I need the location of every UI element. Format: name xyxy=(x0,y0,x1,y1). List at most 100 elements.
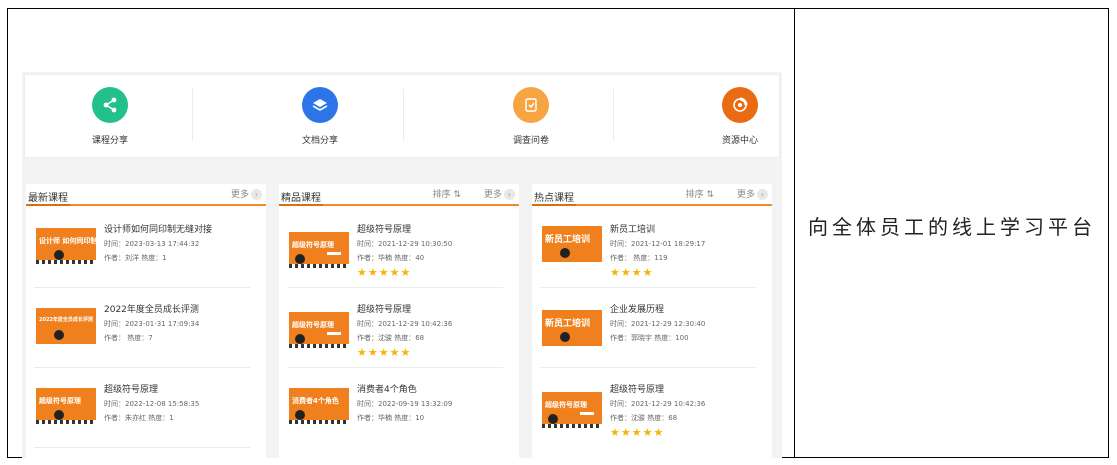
course-name: 超级符号原理 xyxy=(104,385,159,395)
quick-link-label: 资源中心 xyxy=(721,136,758,146)
stripe-decoration xyxy=(36,260,96,264)
quick-link-survey[interactable]: 调查问卷 xyxy=(481,87,581,146)
course-name: 设计师如何同印制无缝对接 xyxy=(104,225,213,235)
course-time: 时间：2023-03-13 17:44:32 xyxy=(104,240,200,248)
course-time: 时间：2021-12-01 18:29:17 xyxy=(610,240,706,248)
stripe-decoration xyxy=(542,424,602,428)
platform-description: 向全体员工的线上学习平台 xyxy=(808,215,1096,239)
thumbnail-text: 新员工培训 xyxy=(545,319,591,329)
frame-divider xyxy=(794,8,795,458)
course-time: 时间：2021-12-29 12:30:40 xyxy=(610,320,706,328)
course-thumbnail: 新员工培训 xyxy=(542,226,602,262)
panel-header: 热点课程 排序 ⇅ 更多 › xyxy=(532,184,772,206)
stripe-decoration xyxy=(289,420,349,424)
quick-link-label: 调查问卷 xyxy=(512,136,549,146)
course-time: 时间：2023-01-31 17:09:34 xyxy=(104,320,200,328)
sort-icon: ⇅ xyxy=(706,190,714,200)
sort-button[interactable]: 排序 ⇅ xyxy=(686,187,714,200)
course-card[interactable]: 新员工培训 企业发展历程 时间：2021-12-29 12:30:40 作者：郭… xyxy=(536,292,760,368)
thumbnail-text: 设计师 如何同印制无缝对接 xyxy=(39,237,96,245)
thumbnail-text: 消费者4个角色 xyxy=(292,397,339,405)
row-divider xyxy=(34,367,250,368)
quick-link-course-share[interactable]: 课程分享 xyxy=(60,87,160,146)
course-thumbnail: 2022年度全员成长评测 xyxy=(36,308,96,344)
course-info: 作者：华楠 热度：40 xyxy=(357,254,425,262)
chevron-right-icon: › xyxy=(504,189,515,200)
featured-courses-panel: 精品课程 排序 ⇅ 更多 › 超级符号原理 超级符号原理 时间：2021-12-2… xyxy=(279,184,519,458)
title-underline xyxy=(279,204,323,206)
course-info: 作者：沈骏 热度：68 xyxy=(610,414,678,422)
course-card[interactable]: 超级符号原理 超级符号原理 时间：2021-12-29 10:42:36 作者：… xyxy=(536,372,760,448)
course-info: 作者：朱亦红 热度：1 xyxy=(104,414,174,422)
row-divider xyxy=(34,287,250,288)
course-time: 时间：2022-09-19 13:32:09 xyxy=(357,400,453,408)
tag-decoration xyxy=(327,332,341,335)
course-card[interactable]: 新员工培训 新员工培训 时间：2021-12-01 18:29:17 作者： 热… xyxy=(536,212,760,288)
course-card[interactable]: 超级符号原理 超级符号原理 时间：2022-12-08 15:58:35 作者：… xyxy=(30,372,254,448)
mascot-icon xyxy=(560,332,570,342)
thumbnail-text: 2022年度全员成长评测 xyxy=(39,317,93,323)
course-info: 作者： 热度：119 xyxy=(610,254,668,262)
quick-link-label: 文档分享 xyxy=(301,136,338,146)
course-card[interactable]: 消费者4个角色 消费者4个角色 时间：2022-09-19 13:32:09 作… xyxy=(283,372,507,448)
quick-link-label: 课程分享 xyxy=(91,136,128,146)
course-info: 作者：刘洋 热度：1 xyxy=(104,254,167,262)
course-thumbnail: 新员工培训 xyxy=(542,310,602,346)
quick-link-doc-share[interactable]: 文档分享 xyxy=(270,87,370,146)
more-label: 更多 xyxy=(736,190,755,200)
title-underline xyxy=(532,204,576,206)
more-link[interactable]: 更多 › xyxy=(484,187,515,200)
rating-stars: ★★★★ xyxy=(610,266,654,279)
course-thumbnail: 超级符号原理 xyxy=(542,392,602,428)
row-divider xyxy=(34,447,250,448)
thumbnail-text: 超级符号原理 xyxy=(545,401,587,409)
course-time: 时间：2022-12-08 15:58:35 xyxy=(104,400,200,408)
course-name: 企业发展历程 xyxy=(610,305,665,315)
course-card[interactable]: 超级符号原理 超级符号原理 时间：2021-12-29 10:30:50 作者：… xyxy=(283,212,507,288)
panel-header: 最新课程 更多 › xyxy=(26,184,266,206)
course-thumbnail: 超级符号原理 xyxy=(289,232,349,268)
course-thumbnail: 超级符号原理 xyxy=(36,388,96,424)
chevron-right-icon: › xyxy=(251,189,262,200)
mascot-icon xyxy=(560,248,570,258)
sort-button[interactable]: 排序 ⇅ xyxy=(433,187,461,200)
separator xyxy=(403,89,404,141)
course-info: 作者：华楠 热度：10 xyxy=(357,414,425,422)
row-divider xyxy=(287,367,503,368)
course-name: 超级符号原理 xyxy=(610,385,665,395)
tag-decoration xyxy=(327,252,341,255)
rating-stars: ★★★★★ xyxy=(357,346,412,359)
more-link[interactable]: 更多 › xyxy=(231,187,262,200)
course-name: 超级符号原理 xyxy=(357,225,412,235)
resource-icon xyxy=(722,87,758,123)
rating-stars: ★★★★★ xyxy=(610,426,665,439)
stripe-decoration xyxy=(289,264,349,268)
thumbnail-text: 超级符号原理 xyxy=(292,241,334,249)
course-card[interactable]: 设计师 如何同印制无缝对接 设计师如何同印制无缝对接 时间：2023-03-13… xyxy=(30,212,254,288)
quick-links-bar: 课程分享 文档分享 调查问卷 资源中心 xyxy=(24,74,780,158)
row-divider xyxy=(540,367,756,368)
course-name: 消费者4个角色 xyxy=(357,385,417,395)
mascot-icon xyxy=(295,410,305,420)
layers-icon xyxy=(302,87,338,123)
stripe-decoration xyxy=(289,344,349,348)
panel-header: 精品课程 排序 ⇅ 更多 › xyxy=(279,184,519,206)
thumbnail-text: 新员工培训 xyxy=(545,235,591,245)
latest-courses-panel: 最新课程 更多› 设计师 如何同印制无缝对接 设计师如何同印制无缝对接 时间：2… xyxy=(26,184,266,458)
separator xyxy=(613,89,614,141)
mascot-icon xyxy=(295,334,305,344)
course-card[interactable]: 2022年度全员成长评测 2022年度全员成长评测 时间：2023-01-31 … xyxy=(30,292,254,368)
thumbnail-text: 超级符号原理 xyxy=(39,397,81,405)
sort-icon: ⇅ xyxy=(453,190,461,200)
mascot-icon xyxy=(54,330,64,340)
chevron-right-icon: › xyxy=(757,189,768,200)
rating-stars: ★★★★★ xyxy=(357,266,412,279)
row-divider xyxy=(287,287,503,288)
course-name: 新员工培训 xyxy=(610,225,656,235)
learning-portal: 课程分享 文档分享 调查问卷 资源中心 最新课程 更多 › 设计师 如何同印制 … xyxy=(22,72,782,458)
quick-link-resource-center[interactable]: 资源中心 xyxy=(690,87,790,146)
course-card[interactable]: 超级符号原理 超级符号原理 时间：2021-12-29 10:42:36 作者：… xyxy=(283,292,507,368)
more-link[interactable]: 更多 › xyxy=(737,187,768,200)
course-info: 作者： 热度：7 xyxy=(104,334,153,342)
course-info: 作者：郭晓宇 热度：100 xyxy=(610,334,689,342)
